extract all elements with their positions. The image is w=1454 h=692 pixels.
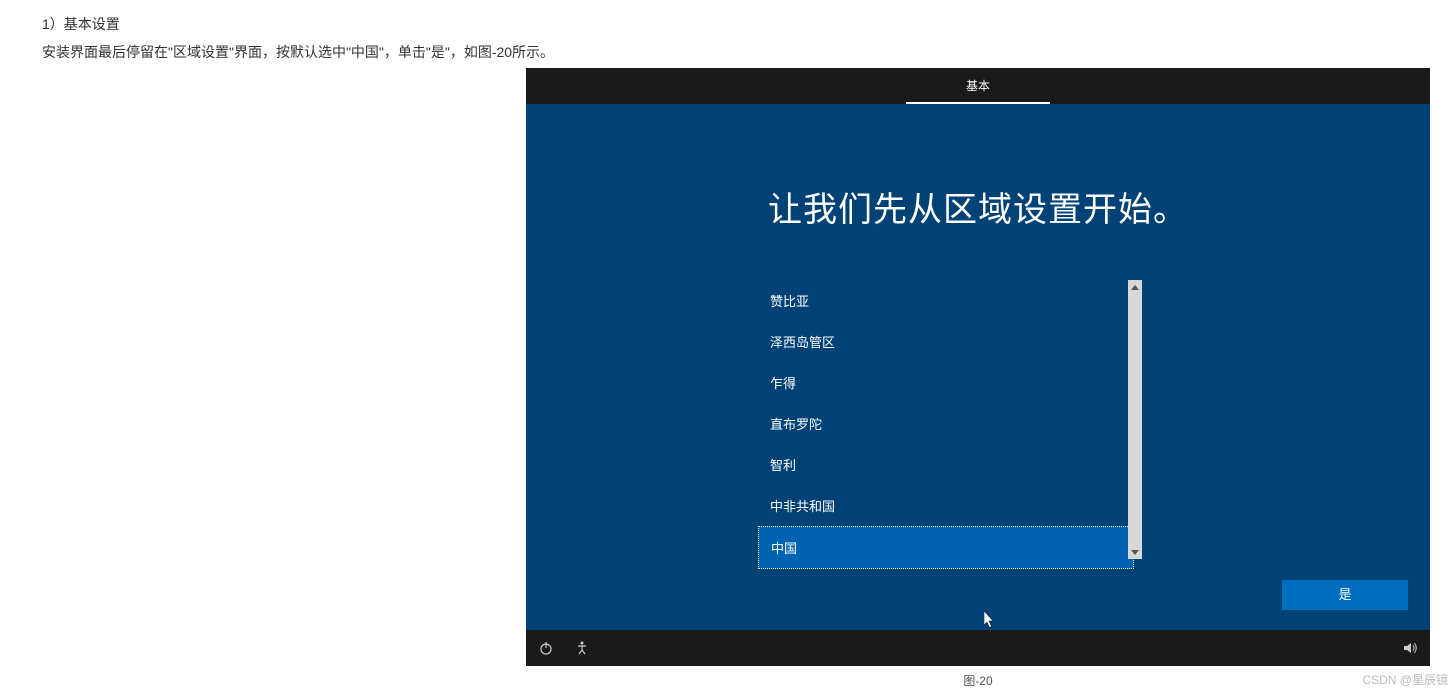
list-item[interactable]: 乍得 xyxy=(758,362,1134,403)
accessibility-icon[interactable] xyxy=(574,640,590,656)
article-body: 安装界面最后停留在"区域设置"界面，按默认选中"中国"，单击"是"，如图-20所… xyxy=(42,38,554,66)
list-item[interactable]: 泽西岛管区 xyxy=(758,321,1134,362)
scroll-down-arrow-icon[interactable] xyxy=(1128,545,1142,559)
yes-button[interactable]: 是 xyxy=(1282,580,1408,610)
volume-icon[interactable] xyxy=(1402,640,1418,656)
windows-setup-window: 基本 让我们先从区域设置开始。 赞比亚 泽西岛管区 乍得 直布罗陀 智利 中非共… xyxy=(526,68,1430,666)
screenshot-container: 基本 让我们先从区域设置开始。 赞比亚 泽西岛管区 乍得 直布罗陀 智利 中非共… xyxy=(526,68,1430,666)
list-item[interactable]: 赞比亚 xyxy=(758,280,1134,321)
list-item[interactable]: 中非共和国 xyxy=(758,485,1134,526)
watermark: CSDN @星辰镜 xyxy=(1362,671,1448,688)
cursor-icon xyxy=(984,611,996,629)
article-heading: 1）基本设置 xyxy=(42,10,554,38)
list-item[interactable]: 智利 xyxy=(758,444,1134,485)
article-text: 1）基本设置 安装界面最后停留在"区域设置"界面，按默认选中"中国"，单击"是"… xyxy=(42,10,554,66)
scroll-up-arrow-icon[interactable] xyxy=(1128,280,1142,294)
bottom-bar xyxy=(526,630,1430,666)
list-item-selected[interactable]: 中国 xyxy=(758,526,1134,569)
top-bar: 基本 xyxy=(526,68,1430,104)
tab-basic[interactable]: 基本 xyxy=(906,69,1050,104)
region-list[interactable]: 赞比亚 泽西岛管区 乍得 直布罗陀 智利 中非共和国 中国 xyxy=(758,280,1134,559)
figure-caption: 图-20 xyxy=(526,672,1430,689)
scroll-track[interactable] xyxy=(1128,294,1142,545)
scrollbar[interactable] xyxy=(1128,280,1142,559)
list-item[interactable]: 直布罗陀 xyxy=(758,403,1134,444)
setup-title: 让我们先从区域设置开始。 xyxy=(526,182,1430,231)
power-icon[interactable] xyxy=(538,640,554,656)
